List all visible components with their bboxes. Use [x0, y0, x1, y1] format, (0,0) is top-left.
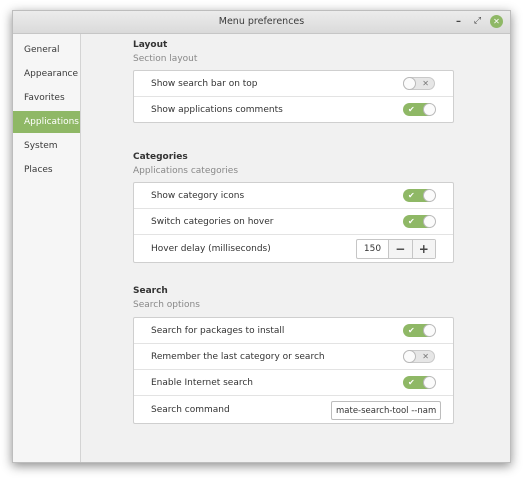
increment-button[interactable]: +: [411, 240, 435, 258]
enable-internet-search-toggle[interactable]: ✔: [403, 376, 436, 389]
setting-row-show-search-bar-on-top: Show search bar on top ✕: [134, 71, 453, 97]
toggle-knob: [423, 215, 436, 228]
setting-label: Show search bar on top: [151, 78, 258, 89]
categories-card: Show category icons ✔ Switch categories …: [133, 182, 454, 263]
section-title-search: Search: [133, 286, 168, 296]
show-applications-comments-toggle[interactable]: ✔: [403, 103, 436, 116]
search-for-packages-toggle[interactable]: ✔: [403, 324, 436, 337]
layout-card: Show search bar on top ✕ Show applicatio…: [133, 70, 454, 123]
setting-row-show-applications-comments: Show applications comments ✔: [134, 97, 453, 122]
section-title-layout: Layout: [133, 40, 168, 50]
decrement-button[interactable]: −: [389, 240, 412, 258]
setting-row-switch-categories-on-hover: Switch categories on hover ✔: [134, 209, 453, 235]
setting-label: Search command: [151, 404, 230, 415]
sidebar-item-appearance[interactable]: Appearance: [13, 63, 80, 85]
search-card: Search for packages to install ✔ Remembe…: [133, 317, 454, 424]
sidebar: General Appearance Favorites Application…: [13, 34, 81, 462]
setting-row-enable-internet-search: Enable Internet search ✔: [134, 370, 453, 396]
sidebar-item-favorites[interactable]: Favorites: [13, 87, 80, 109]
setting-row-remember-last-category: Remember the last category or search ✕: [134, 344, 453, 370]
title-bar[interactable]: Menu preferences – ⤢ ✕: [13, 11, 510, 34]
toggle-knob: [423, 103, 436, 116]
toggle-knob: [423, 189, 436, 202]
setting-row-search-for-packages: Search for packages to install ✔: [134, 318, 453, 344]
section-subtitle-categories: Applications categories: [133, 166, 239, 176]
toggle-knob: [403, 77, 416, 90]
check-mark-icon: ✔: [408, 191, 415, 200]
toggle-knob: [423, 324, 436, 337]
off-mark-icon: ✕: [422, 79, 429, 88]
maximize-button[interactable]: ⤢: [471, 15, 484, 28]
check-mark-icon: ✔: [408, 217, 415, 226]
search-command-input[interactable]: [331, 401, 441, 420]
check-mark-icon: ✔: [408, 105, 415, 114]
minimize-button[interactable]: –: [452, 15, 465, 28]
setting-row-search-command: Search command: [134, 396, 453, 423]
toggle-knob: [403, 350, 416, 363]
section-subtitle-search: Search options: [133, 300, 200, 310]
off-mark-icon: ✕: [422, 352, 429, 361]
check-mark-icon: ✔: [408, 378, 415, 387]
setting-label: Switch categories on hover: [151, 216, 274, 227]
close-button[interactable]: ✕: [490, 15, 503, 28]
menu-preferences-window: Menu preferences – ⤢ ✕ General Appearanc…: [12, 10, 511, 463]
setting-label: Search for packages to install: [151, 325, 285, 336]
sidebar-item-general[interactable]: General: [13, 39, 80, 61]
sidebar-item-system[interactable]: System: [13, 135, 80, 157]
sidebar-item-applications[interactable]: Applications: [13, 111, 80, 133]
setting-label: Remember the last category or search: [151, 351, 325, 362]
section-subtitle-layout: Section layout: [133, 54, 198, 64]
window-title: Menu preferences: [218, 16, 305, 27]
setting-label: Show applications comments: [151, 104, 283, 115]
content-pane: Layout Section layout Show search bar on…: [81, 34, 510, 462]
setting-label: Hover delay (milliseconds): [151, 243, 271, 254]
hover-delay-value[interactable]: 150: [357, 240, 389, 258]
setting-row-hover-delay: Hover delay (milliseconds) 150 − +: [134, 235, 453, 262]
toggle-knob: [423, 376, 436, 389]
remember-last-category-toggle[interactable]: ✕: [403, 350, 435, 363]
setting-label: Enable Internet search: [151, 377, 254, 388]
sidebar-item-places[interactable]: Places: [13, 159, 80, 181]
setting-label: Show category icons: [151, 190, 245, 201]
show-category-icons-toggle[interactable]: ✔: [403, 189, 436, 202]
switch-categories-on-hover-toggle[interactable]: ✔: [403, 215, 436, 228]
check-mark-icon: ✔: [408, 326, 415, 335]
setting-row-show-category-icons: Show category icons ✔: [134, 183, 453, 209]
show-search-bar-on-top-toggle[interactable]: ✕: [403, 77, 435, 90]
hover-delay-spinner: 150 − +: [356, 239, 436, 259]
section-title-categories: Categories: [133, 152, 188, 162]
